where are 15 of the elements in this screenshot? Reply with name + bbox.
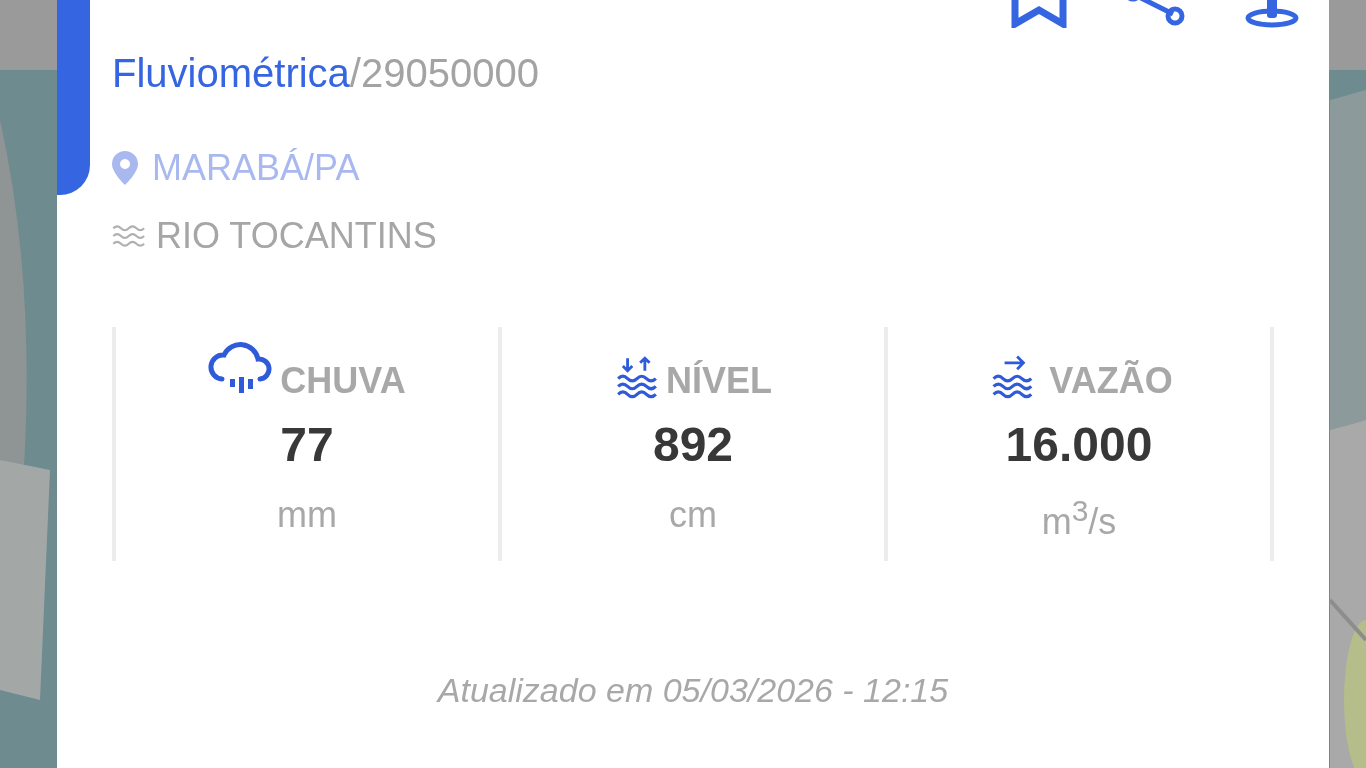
updated-timestamp: Atualizado em 05/03/2026 - 12:15 bbox=[437, 671, 949, 710]
metric-value: 77 bbox=[280, 417, 334, 472]
metric-unit: cm bbox=[669, 494, 717, 536]
metric-unit: m$^{3}$/s bbox=[1041, 494, 1117, 543]
metric-value: 892 bbox=[652, 417, 734, 472]
river-name: RIO TOCANTINS bbox=[156, 215, 437, 257]
station-type-link[interactable]: Fluviométrica bbox=[112, 47, 350, 99]
water-level-icon bbox=[614, 355, 660, 399]
station-location: MARABÁ/PA bbox=[152, 147, 360, 189]
metric-label: CHUVA bbox=[280, 363, 406, 399]
location-pin-icon bbox=[112, 151, 138, 185]
metric-value: 16.000 bbox=[1005, 417, 1153, 472]
station-code: /29050000 bbox=[349, 50, 539, 97]
metric-unit: mm bbox=[277, 494, 337, 536]
water-waves-icon bbox=[112, 223, 148, 249]
